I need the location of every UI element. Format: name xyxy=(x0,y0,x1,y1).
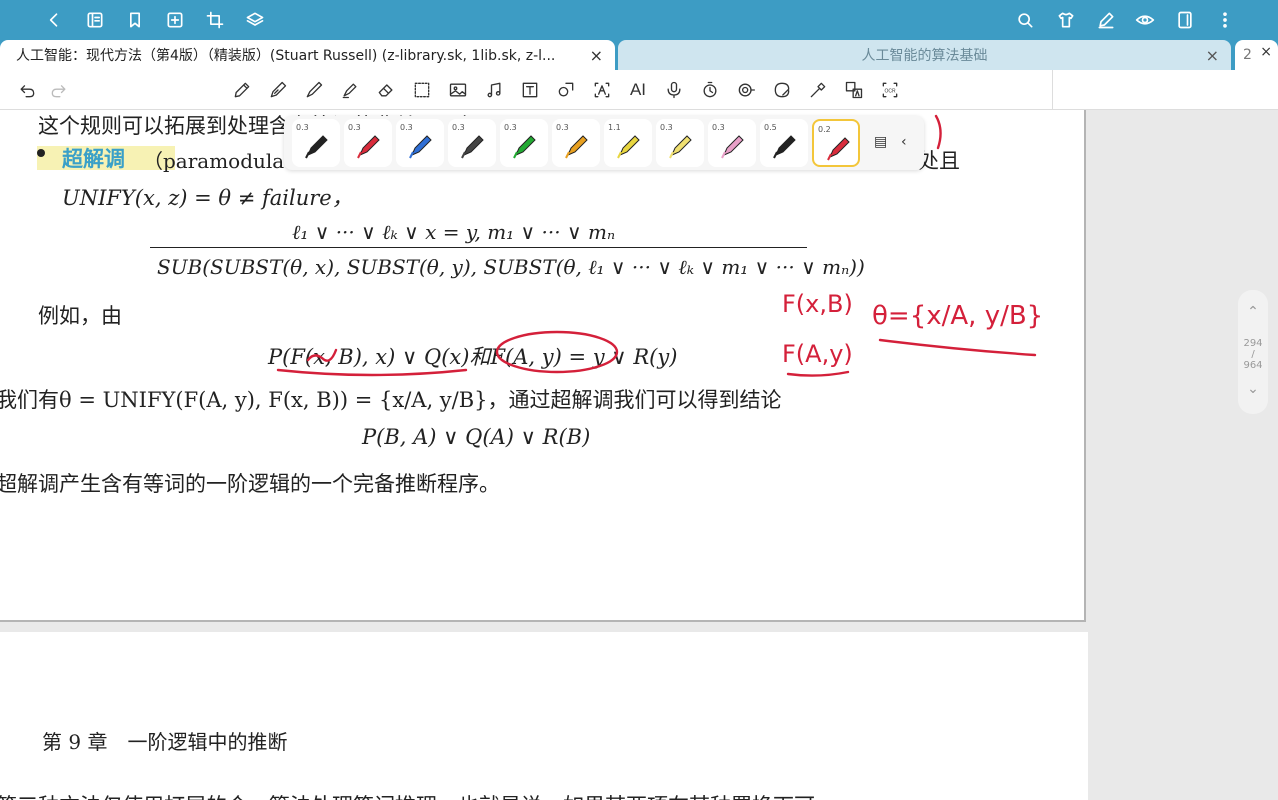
ai-icon[interactable]: AI xyxy=(627,79,649,101)
book-icon[interactable] xyxy=(83,8,107,32)
pen-swatch[interactable]: 0.3 xyxy=(656,119,704,167)
conclusion-formula: P(B, A) ∨ Q(A) ∨ R(B) xyxy=(362,425,591,449)
brush-pen-icon[interactable] xyxy=(303,79,325,101)
scroll-up-icon[interactable]: ⌃ xyxy=(1238,304,1268,320)
theme-shirt-icon[interactable] xyxy=(1054,8,1078,32)
unify-result-line: 我们有θ = UNIFY(F(A, y), F(x, B)) = {x/A, y… xyxy=(0,388,782,412)
close-icon[interactable]: × xyxy=(1260,44,1272,60)
pen-swatch[interactable]: 0.3 xyxy=(552,119,600,167)
pen-swatch[interactable]: 1.1 xyxy=(604,119,652,167)
pen-icon xyxy=(827,137,850,161)
pen-icon xyxy=(461,135,484,159)
tab-algorithm-book[interactable]: 人工智能的算法基础 × xyxy=(618,40,1231,70)
bookmark-icon[interactable] xyxy=(123,8,147,32)
tab-bar: 人工智能：现代方法（第4版）（精装版）(Stuart Russell) (z-l… xyxy=(0,40,1278,70)
rule-numerator: ℓ₁ ∨ ··· ∨ ℓₖ ∨ x = y, m₁ ∨ ··· ∨ mₙ xyxy=(292,220,616,244)
pen-icon xyxy=(357,135,380,159)
example-formula: P(F(x, B), x) ∨ Q(x)和F(A, y) = y ∨ R(y) xyxy=(268,345,678,369)
shapes-icon[interactable] xyxy=(555,79,577,101)
svg-text:OCR: OCR xyxy=(884,89,896,95)
current-page: 294 xyxy=(1243,338,1263,349)
pen-icon xyxy=(669,135,692,159)
close-tab-icon[interactable]: × xyxy=(590,46,603,65)
scroll-down-icon[interactable]: ⌄ xyxy=(1238,381,1268,397)
pen-mode-icon[interactable] xyxy=(1094,8,1118,32)
page-layout-icon[interactable] xyxy=(1173,8,1197,32)
top-app-bar xyxy=(0,0,1278,40)
back-icon[interactable] xyxy=(42,8,66,32)
pdf-page[interactable]: 这个规则可以拓展到处理含有等词的非单元子句 超解调 （paramodulati … xyxy=(0,110,1086,622)
redo-icon[interactable] xyxy=(48,79,70,101)
audio-icon[interactable] xyxy=(483,79,505,101)
tab-label: 人工智能：现代方法（第4版）（精装版）(Stuart Russell) (z-l… xyxy=(16,48,556,64)
pen-icon xyxy=(721,135,744,159)
tab-count-label: 2 xyxy=(1243,47,1252,63)
text-recognition-icon[interactable] xyxy=(591,79,613,101)
paragraph-line: 超解调产生含有等词的一阶逻辑的一个完备推断程序。 xyxy=(0,472,500,496)
toolbar-divider xyxy=(1052,70,1053,110)
fountain-pen-icon[interactable] xyxy=(267,79,289,101)
annotation-toolbar: AI OCR xyxy=(0,70,1278,110)
page-scroller[interactable]: ⌃ 294 / 964 ⌄ xyxy=(1238,290,1268,414)
pen-settings-icon[interactable]: ▤ xyxy=(874,134,887,150)
eye-icon[interactable] xyxy=(1133,8,1157,32)
pen-swatch[interactable]: 0.3 xyxy=(292,119,340,167)
tab-label: 人工智能的算法基础 xyxy=(861,48,988,64)
pen-icon xyxy=(305,135,328,159)
pen-swatch[interactable]: 0.3 xyxy=(396,119,444,167)
term-highlighted: 超解调 xyxy=(62,146,125,171)
pen-swatch[interactable]: 0.3 xyxy=(344,119,392,167)
tab-count[interactable]: 2 × xyxy=(1235,40,1278,70)
pen-icon xyxy=(773,135,796,159)
add-page-icon[interactable] xyxy=(163,8,187,32)
more-vertical-icon[interactable] xyxy=(1213,8,1237,32)
pen-icon xyxy=(513,135,536,159)
chapter-header: 第 9 章 一阶逻辑中的推断 xyxy=(42,730,288,754)
pen-icon xyxy=(565,135,588,159)
ocr-icon[interactable]: OCR xyxy=(879,79,901,101)
timer-icon[interactable] xyxy=(699,79,721,101)
microphone-icon[interactable] xyxy=(663,79,685,101)
pdf-page-next[interactable]: 第 9 章 一阶逻辑中的推断 第三种方法仅使用打展的合一算法处理等词推理，也就是… xyxy=(0,632,1088,800)
page-separator: / xyxy=(1251,349,1255,360)
paragraph-line: 第三种方法仅使用打展的合一算法处理等词推理，也就是说，如果某两项在某种置换下可 xyxy=(0,790,815,800)
close-tab-icon[interactable]: × xyxy=(1206,46,1219,65)
lasso-select-icon[interactable] xyxy=(411,79,433,101)
unify-condition: UNIFY(x, z) = θ ≠ failure， xyxy=(62,186,353,210)
highlighter-icon[interactable] xyxy=(339,79,361,101)
laser-pointer-icon[interactable] xyxy=(807,79,829,101)
term-paren: （paramodulati xyxy=(143,149,299,173)
pencil-icon[interactable] xyxy=(231,79,253,101)
translate-icon[interactable] xyxy=(843,79,865,101)
bullet-dot xyxy=(37,149,45,157)
layers-icon[interactable] xyxy=(243,8,267,32)
paragraph-line: 例如，由 xyxy=(38,304,122,328)
sticker-icon[interactable] xyxy=(771,79,793,101)
pen-swatch[interactable]: 0.3 xyxy=(500,119,548,167)
pen-icon xyxy=(409,135,432,159)
pen-icon xyxy=(617,135,640,159)
undo-icon[interactable] xyxy=(16,79,38,101)
rule-denominator: SUB(SUBST(θ, x), SUBST(θ, y), SUBST(θ, ℓ… xyxy=(157,255,865,279)
pen-picker: ▤ ‹ 0.3 0.3 0.3 0.3 0.3 0.3 1.1 0.3 0.3 0.5 0.2 xyxy=(284,116,924,170)
tab-current-book[interactable]: 人工智能：现代方法（第4版）（精装版）(Stuart Russell) (z-l… xyxy=(0,40,615,70)
text-box-icon[interactable] xyxy=(519,79,541,101)
pen-swatch[interactable]: 0.2 xyxy=(812,119,860,167)
pen-swatch[interactable]: 0.3 xyxy=(708,119,756,167)
search-icon[interactable] xyxy=(1013,8,1037,32)
eraser-icon[interactable] xyxy=(375,79,397,101)
pen-swatch[interactable]: 0.5 xyxy=(760,119,808,167)
crop-icon[interactable] xyxy=(203,8,227,32)
total-pages: 964 xyxy=(1243,360,1263,371)
image-icon[interactable] xyxy=(447,79,469,101)
tape-icon[interactable] xyxy=(735,79,757,101)
pen-swatch[interactable]: 0.3 xyxy=(448,119,496,167)
collapse-chevron-icon[interactable]: ‹ xyxy=(901,134,907,150)
fraction-bar xyxy=(150,247,807,248)
paragraph-line-end: 处且 xyxy=(918,149,960,173)
